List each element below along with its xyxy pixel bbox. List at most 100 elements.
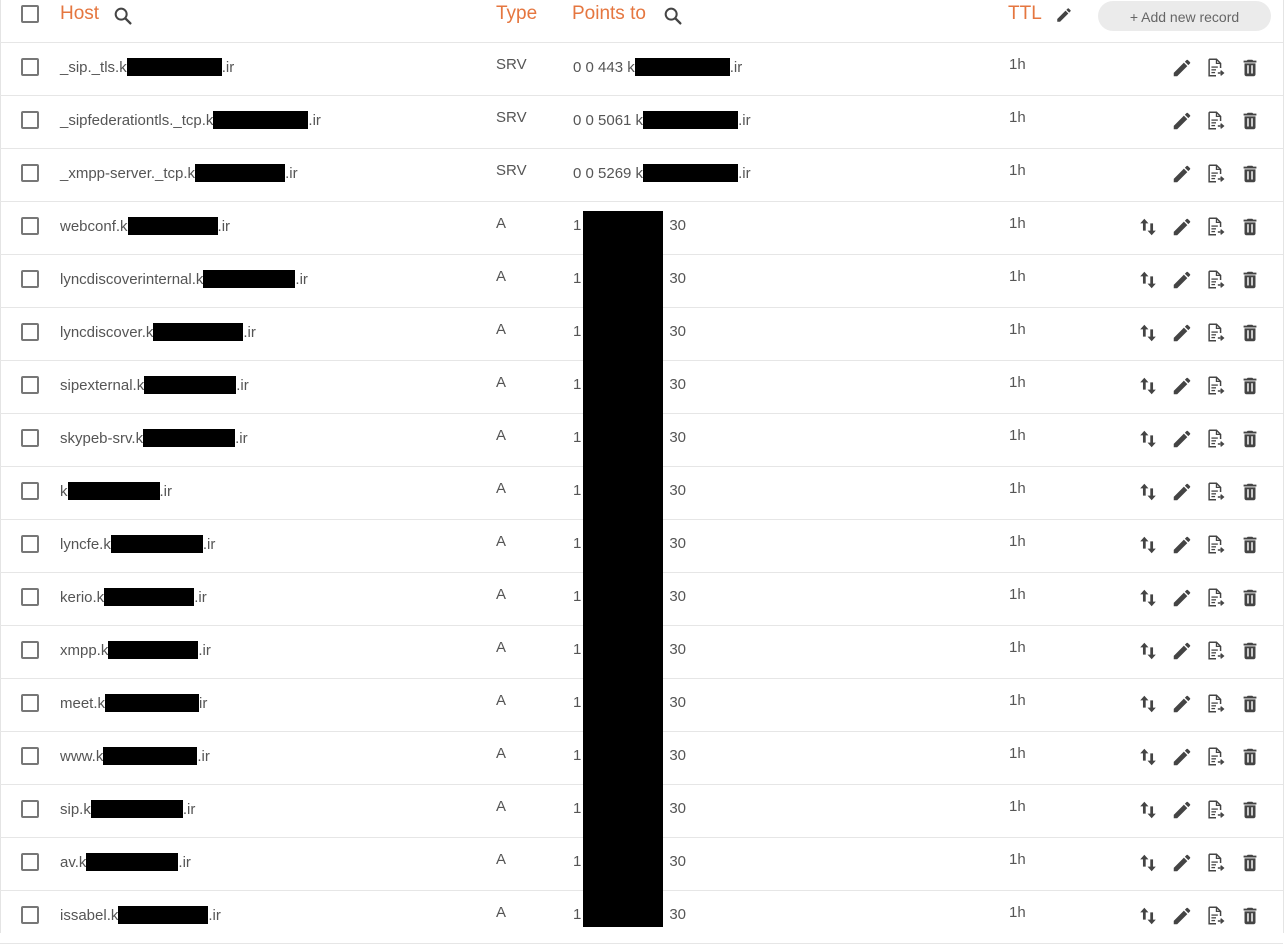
pencil-icon[interactable] — [1171, 534, 1193, 556]
row-checkbox[interactable] — [21, 217, 39, 235]
swap-priority-icon[interactable] — [1137, 481, 1159, 503]
trash-icon[interactable] — [1239, 57, 1261, 79]
record-host[interactable]: xmpp.k .ir — [60, 641, 211, 659]
record-host[interactable]: lyncdiscoverinternal.k .ir — [60, 270, 308, 288]
duplicate-record-icon[interactable] — [1205, 322, 1227, 344]
pencil-icon[interactable] — [1171, 57, 1193, 79]
trash-icon[interactable] — [1239, 534, 1261, 556]
row-checkbox[interactable] — [21, 641, 39, 659]
pencil-icon[interactable] — [1055, 6, 1073, 24]
pencil-icon[interactable] — [1171, 163, 1193, 185]
duplicate-record-icon[interactable] — [1205, 216, 1227, 238]
trash-icon[interactable] — [1239, 110, 1261, 132]
record-host[interactable]: www.k .ir — [60, 747, 210, 765]
trash-icon[interactable] — [1239, 216, 1261, 238]
trash-icon[interactable] — [1239, 375, 1261, 397]
duplicate-record-icon[interactable] — [1205, 905, 1227, 927]
duplicate-record-icon[interactable] — [1205, 481, 1227, 503]
pencil-icon[interactable] — [1171, 322, 1193, 344]
swap-priority-icon[interactable] — [1137, 693, 1159, 715]
swap-priority-icon[interactable] — [1137, 640, 1159, 662]
swap-priority-icon[interactable] — [1137, 269, 1159, 291]
row-checkbox[interactable] — [21, 535, 39, 553]
pencil-icon[interactable] — [1171, 375, 1193, 397]
record-host[interactable]: av.k .ir — [60, 853, 191, 871]
add-new-record-button[interactable]: + Add new record — [1098, 1, 1271, 31]
pencil-icon[interactable] — [1171, 587, 1193, 609]
row-checkbox[interactable] — [21, 906, 39, 924]
row-checkbox[interactable] — [21, 694, 39, 712]
swap-priority-icon[interactable] — [1137, 905, 1159, 927]
pencil-icon[interactable] — [1171, 799, 1193, 821]
row-checkbox[interactable] — [21, 323, 39, 341]
duplicate-record-icon[interactable] — [1205, 852, 1227, 874]
record-host[interactable]: _sipfederationtls._tcp.k .ir — [60, 111, 321, 129]
record-host[interactable]: webconf.k .ir — [60, 217, 230, 235]
duplicate-record-icon[interactable] — [1205, 799, 1227, 821]
record-host[interactable]: k .ir — [60, 482, 172, 500]
record-host[interactable]: _xmpp-server._tcp.k .ir — [60, 164, 298, 182]
row-checkbox[interactable] — [21, 429, 39, 447]
duplicate-record-icon[interactable] — [1205, 534, 1227, 556]
swap-priority-icon[interactable] — [1137, 375, 1159, 397]
trash-icon[interactable] — [1239, 163, 1261, 185]
duplicate-record-icon[interactable] — [1205, 746, 1227, 768]
record-points-to[interactable]: 0 0 5269 k .ir — [573, 164, 751, 182]
row-checkbox[interactable] — [21, 58, 39, 76]
duplicate-record-icon[interactable] — [1205, 110, 1227, 132]
row-checkbox[interactable] — [21, 482, 39, 500]
pencil-icon[interactable] — [1171, 640, 1193, 662]
search-icon[interactable] — [662, 5, 684, 27]
record-host[interactable]: _sip._tls.k .ir — [60, 58, 234, 76]
swap-priority-icon[interactable] — [1137, 587, 1159, 609]
trash-icon[interactable] — [1239, 587, 1261, 609]
pencil-icon[interactable] — [1171, 428, 1193, 450]
trash-icon[interactable] — [1239, 428, 1261, 450]
trash-icon[interactable] — [1239, 693, 1261, 715]
duplicate-record-icon[interactable] — [1205, 587, 1227, 609]
pencil-icon[interactable] — [1171, 905, 1193, 927]
row-checkbox[interactable] — [21, 853, 39, 871]
row-checkbox[interactable] — [21, 111, 39, 129]
record-host[interactable]: sip.k .ir — [60, 800, 195, 818]
record-host[interactable]: lyncdiscover.k .ir — [60, 323, 256, 341]
pencil-icon[interactable] — [1171, 269, 1193, 291]
duplicate-record-icon[interactable] — [1205, 57, 1227, 79]
record-host[interactable]: meet.k ir — [60, 694, 207, 712]
trash-icon[interactable] — [1239, 481, 1261, 503]
duplicate-record-icon[interactable] — [1205, 693, 1227, 715]
row-checkbox[interactable] — [21, 800, 39, 818]
pencil-icon[interactable] — [1171, 746, 1193, 768]
pencil-icon[interactable] — [1171, 852, 1193, 874]
swap-priority-icon[interactable] — [1137, 216, 1159, 238]
pencil-icon[interactable] — [1171, 110, 1193, 132]
row-checkbox[interactable] — [21, 164, 39, 182]
pencil-icon[interactable] — [1171, 693, 1193, 715]
swap-priority-icon[interactable] — [1137, 852, 1159, 874]
trash-icon[interactable] — [1239, 269, 1261, 291]
swap-priority-icon[interactable] — [1137, 799, 1159, 821]
swap-priority-icon[interactable] — [1137, 534, 1159, 556]
swap-priority-icon[interactable] — [1137, 746, 1159, 768]
record-host[interactable]: skypeb-srv.k .ir — [60, 429, 248, 447]
pencil-icon[interactable] — [1171, 216, 1193, 238]
swap-priority-icon[interactable] — [1137, 322, 1159, 344]
record-host[interactable]: sipexternal.k .ir — [60, 376, 249, 394]
search-icon[interactable] — [112, 5, 134, 27]
row-checkbox[interactable] — [21, 747, 39, 765]
trash-icon[interactable] — [1239, 746, 1261, 768]
record-host[interactable]: issabel.k .ir — [60, 906, 221, 924]
trash-icon[interactable] — [1239, 905, 1261, 927]
type-column-header[interactable]: Type — [496, 3, 537, 25]
duplicate-record-icon[interactable] — [1205, 163, 1227, 185]
row-checkbox[interactable] — [21, 376, 39, 394]
ttl-column-header[interactable]: TTL — [1008, 3, 1042, 25]
trash-icon[interactable] — [1239, 852, 1261, 874]
record-points-to[interactable]: 0 0 5061 k .ir — [573, 111, 751, 129]
host-column-header[interactable]: Host — [60, 3, 99, 25]
record-points-to[interactable]: 0 0 443 k .ir — [573, 58, 742, 76]
record-host[interactable]: lyncfe.k .ir — [60, 535, 215, 553]
points-to-column-header[interactable]: Points to — [572, 3, 646, 25]
swap-priority-icon[interactable] — [1137, 428, 1159, 450]
duplicate-record-icon[interactable] — [1205, 269, 1227, 291]
